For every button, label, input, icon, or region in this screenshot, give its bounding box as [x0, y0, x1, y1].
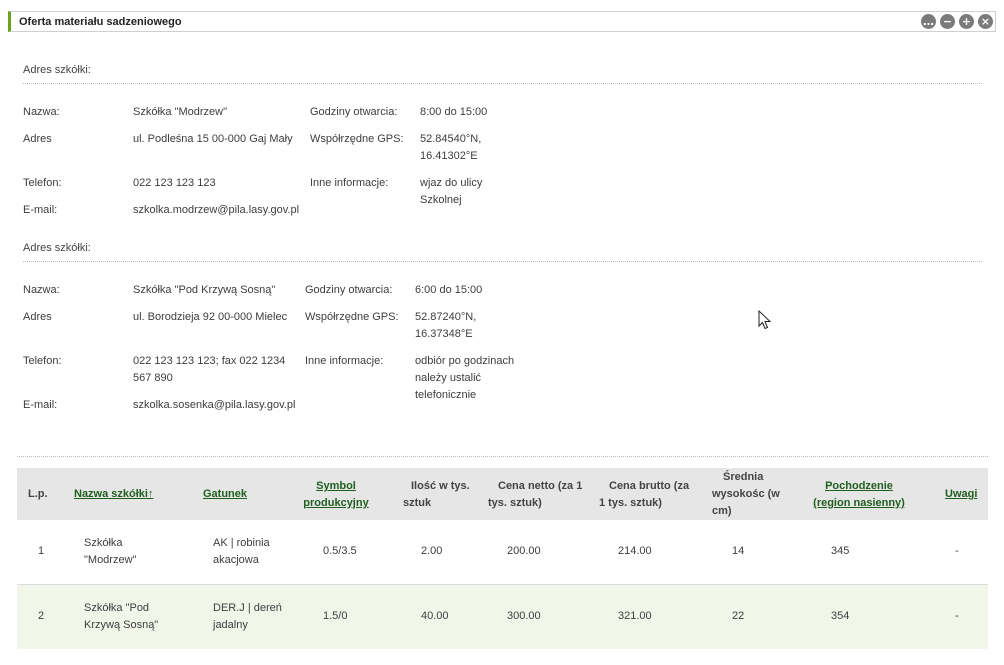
cell-origin: 345 — [831, 545, 850, 557]
cell-species-line: AK | robinia — [213, 537, 270, 549]
label-phone: Telefon: — [23, 177, 62, 189]
nursery-gps-lon: 16.41302°E — [420, 150, 478, 162]
cell-name-line: Krzywą Sosną" — [84, 619, 159, 631]
cell-lp: 2 — [38, 610, 45, 622]
nursery-info-line: odbiór po godzinach — [415, 355, 515, 367]
cell-species-line: akacjowa — [213, 554, 259, 566]
cell-symbol: 0.5/3.5 — [323, 545, 357, 557]
divider — [17, 456, 988, 457]
nursery-info-line: telefonicznie — [415, 389, 477, 401]
cell-species-line: DER.J | dereń — [213, 602, 282, 614]
col-header-gross-line: 1 tys. sztuk) — [599, 497, 662, 509]
col-header-qty: Ilość w tys. sztuk — [403, 478, 483, 512]
divider — [23, 261, 982, 262]
minimize-icon[interactable]: − — [940, 14, 955, 29]
col-header-height: Średnia wysokośc (w cm) — [712, 469, 792, 520]
label-email: E-mail: — [23, 204, 58, 216]
cell-gross: 214.00 — [618, 545, 652, 557]
panel-controls: … − + × — [921, 14, 993, 29]
cell-net: 200.00 — [507, 545, 541, 557]
col-header-symbol[interactable]: Symbol produkcyjny — [300, 478, 372, 512]
cell-net: 300.00 — [507, 610, 541, 622]
nursery-gps-lat: 52.87240°N, — [415, 311, 477, 323]
col-header-net-line: Cena netto (za 1 — [498, 480, 583, 492]
nursery-phone: 567 890 — [133, 372, 173, 384]
cell-species-line: jadalny — [213, 619, 248, 631]
nursery-address: ul. Borodzieja 92 00-000 Mielec — [133, 311, 288, 323]
cell-name-line: Szkółka "Pod — [84, 602, 150, 614]
label-hours: Godziny otwarcia: — [305, 284, 393, 296]
table-row: 1 Szkółka "Modrzew" AK | robinia akacjow… — [17, 520, 988, 585]
col-header-origin-line: (region nasienny) — [813, 497, 905, 509]
panel-header: Oferta materiału sadzeniowego … − + × — [8, 11, 996, 32]
col-header-symbol-line: produkcyjny — [303, 497, 369, 509]
table-row: 2 Szkółka "Pod Krzywą Sosną" DER.J | der… — [17, 585, 988, 649]
col-header-notes[interactable]: Uwagi — [945, 486, 977, 503]
col-header-gross-line: Cena brutto (za — [609, 480, 690, 492]
nursery-phone: 022 123 123 123; fax 022 1234 — [133, 355, 286, 367]
cell-notes: - — [955, 545, 959, 557]
col-header-origin-line: Pochodzenie — [825, 480, 893, 492]
col-header-gross: Cena brutto (za 1 tys. sztuk) — [599, 478, 699, 512]
nursery-gps-lon: 16.37348°E — [415, 328, 473, 340]
label-address: Adres — [23, 311, 52, 323]
label-name: Nazwa: — [23, 106, 60, 118]
more-icon[interactable]: … — [921, 14, 936, 29]
col-header-qty-line: Ilość w tys. — [411, 480, 470, 492]
cell-name-line: "Modrzew" — [84, 554, 137, 566]
col-header-qty-line: sztuk — [403, 497, 432, 509]
nursery-name: Szkółka "Modrzew" — [133, 106, 228, 118]
nursery-address: ul. Podleśna 15 00-000 Gaj Mały — [133, 133, 293, 145]
col-header-height-line: cm) — [712, 505, 732, 517]
cell-height: 22 — [732, 610, 745, 622]
section-title: Adres szkółki: — [23, 64, 91, 76]
label-phone: Telefon: — [23, 355, 62, 367]
nursery-phone: 022 123 123 123 — [133, 177, 216, 189]
col-header-symbol-line: Symbol — [316, 480, 356, 492]
col-header-name[interactable]: Nazwa szkółki↑ — [74, 486, 153, 503]
mouse-cursor-icon — [758, 310, 772, 330]
cell-qty: 2.00 — [421, 545, 443, 557]
nursery-info-line: Szkolnej — [420, 194, 462, 206]
label-info: Inne informacje: — [305, 355, 384, 367]
nursery-info-line: należy ustalić — [415, 372, 482, 384]
col-header-origin[interactable]: Pochodzenie (region nasienny) — [806, 478, 912, 512]
label-gps: Współrzędne GPS: — [310, 133, 404, 145]
nursery-email: szkolka.sosenka@pila.lasy.gov.pl — [133, 399, 296, 411]
nursery-info-line: wjaz do ulicy — [420, 177, 483, 189]
cell-notes: - — [955, 610, 959, 622]
panel-title: Oferta materiału sadzeniowego — [19, 16, 182, 28]
table-header: L.p. Nazwa szkółki↑ Gatunek Symbol produ… — [17, 468, 988, 520]
nursery-hours: 8:00 do 15:00 — [420, 106, 488, 118]
nursery-email: szkolka.modrzew@pila.lasy.gov.pl — [133, 204, 300, 216]
nursery-hours: 6:00 do 15:00 — [415, 284, 483, 296]
label-address: Adres — [23, 133, 52, 145]
cell-lp: 1 — [38, 545, 45, 557]
col-header-net-line: tys. sztuk) — [488, 497, 542, 509]
section-title: Adres szkółki: — [23, 242, 91, 254]
label-gps: Współrzędne GPS: — [305, 311, 399, 323]
expand-icon[interactable]: + — [959, 14, 974, 29]
label-name: Nazwa: — [23, 284, 60, 296]
col-header-species[interactable]: Gatunek — [203, 486, 247, 503]
label-info: Inne informacje: — [310, 177, 389, 189]
nursery-gps-lat: 52.84540°N, — [420, 133, 482, 145]
col-header-net: Cena netto (za 1 tys. sztuk) — [488, 478, 588, 512]
cell-qty: 40.00 — [421, 610, 449, 622]
divider — [23, 83, 982, 84]
col-header-lp: L.p. — [28, 488, 48, 500]
close-icon[interactable]: × — [978, 14, 993, 29]
cell-symbol: 1.5/0 — [323, 610, 348, 622]
cell-origin: 354 — [831, 610, 850, 622]
cell-height: 14 — [732, 545, 745, 557]
label-email: E-mail: — [23, 399, 58, 411]
nursery-name: Szkółka "Pod Krzywą Sosną" — [133, 284, 276, 296]
col-header-height-line: wysokośc (w — [712, 488, 780, 500]
cell-gross: 321.00 — [618, 610, 652, 622]
col-header-height-line: Średnia — [723, 471, 764, 483]
cell-name-line: Szkółka — [84, 537, 123, 549]
label-hours: Godziny otwarcia: — [310, 106, 398, 118]
